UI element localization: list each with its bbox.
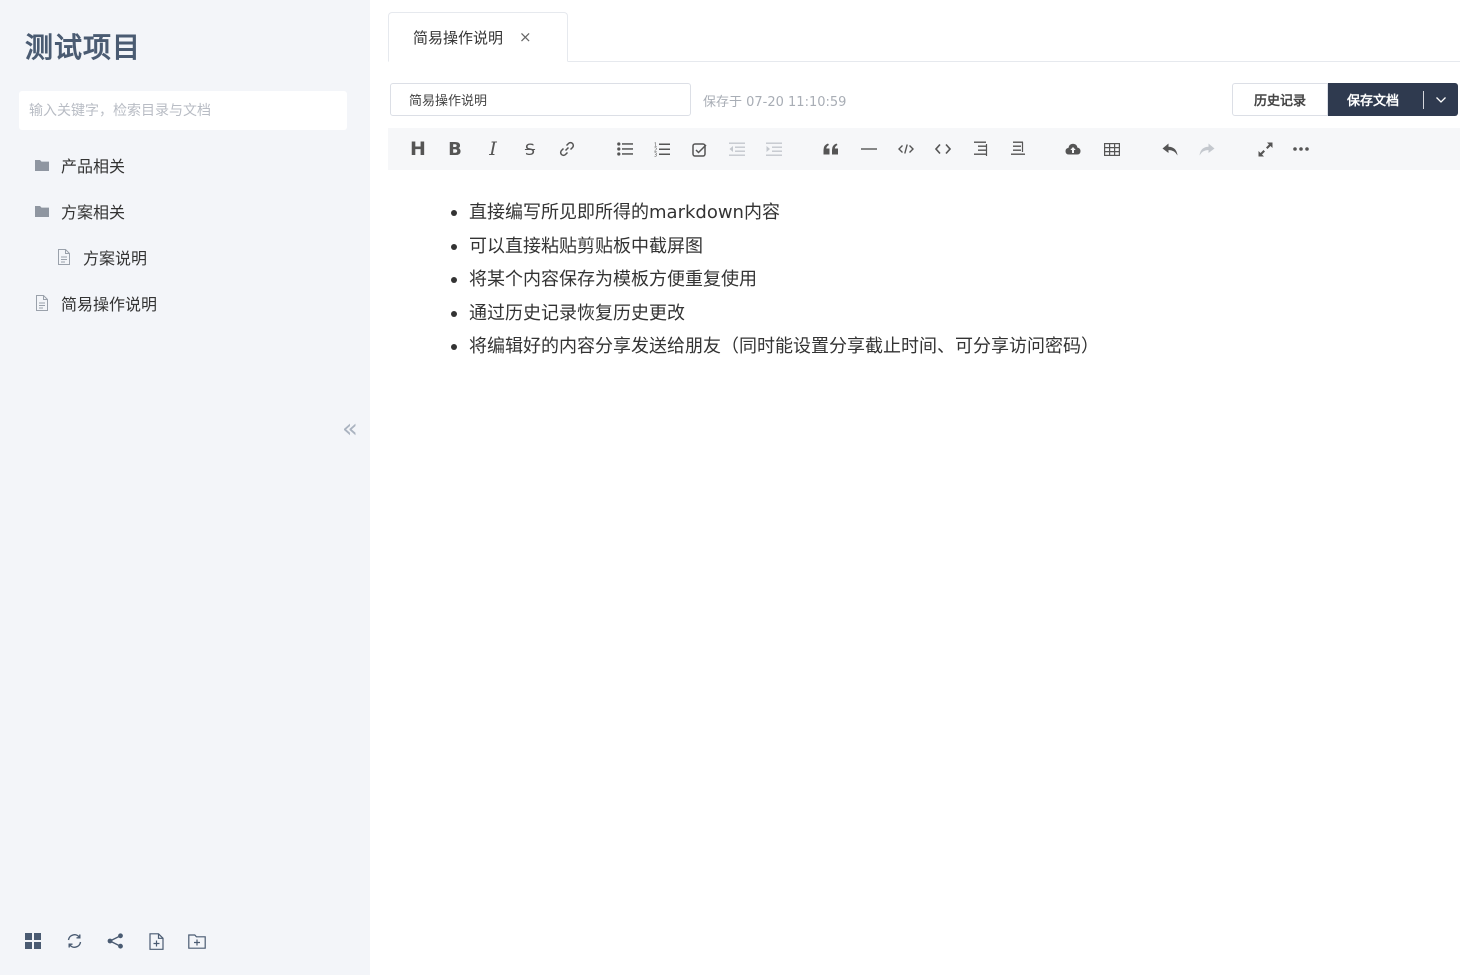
numbered-list-icon[interactable]: 123 — [651, 139, 673, 159]
chevron-down-icon[interactable] — [1424, 96, 1458, 104]
quote-icon[interactable] — [820, 139, 842, 159]
document-title-input[interactable] — [390, 83, 691, 116]
share-icon[interactable] — [106, 931, 124, 951]
list-item: 将某个内容保存为模板方便重复使用 — [451, 263, 1368, 297]
history-button[interactable]: 历史记录 — [1232, 83, 1328, 116]
tree-item-label: 方案相关 — [61, 203, 126, 222]
outdent-icon[interactable] — [726, 139, 748, 159]
tree-item-document[interactable]: 简易操作说明 — [34, 291, 157, 315]
tree-item-label: 产品相关 — [61, 157, 126, 176]
inline-code-icon[interactable] — [895, 139, 917, 159]
close-icon[interactable]: × — [519, 28, 532, 46]
sidebar-bottom-toolbar — [24, 931, 229, 951]
tab-bar: 简易操作说明 × — [388, 12, 1460, 62]
italic-icon[interactable]: I — [482, 138, 504, 160]
save-button-label: 保存文档 — [1347, 94, 1400, 109]
project-title: 测试项目 — [25, 31, 142, 64]
insert-after-icon[interactable] — [1007, 139, 1029, 159]
tree-item-label: 方案说明 — [83, 249, 148, 268]
redo-icon[interactable] — [1196, 139, 1218, 159]
search-input[interactable] — [19, 91, 347, 130]
strikethrough-icon[interactable]: S — [519, 139, 541, 159]
new-document-icon[interactable] — [147, 931, 165, 951]
folder-icon — [34, 157, 50, 173]
editor-content[interactable]: 直接编写所见即所得的markdown内容 可以直接粘贴剪贴板中截屏图 将某个内容… — [451, 196, 1368, 364]
save-document-button[interactable]: 保存文档 — [1328, 83, 1458, 116]
code-block-icon[interactable] — [932, 139, 954, 159]
list-item: 通过历史记录恢复历史更改 — [451, 297, 1368, 331]
sidebar: 测试项目 产品相关 方案相关 方案说明 简易操作说明 « — [0, 0, 370, 975]
document-icon — [56, 249, 72, 265]
insert-before-icon[interactable] — [970, 139, 992, 159]
more-icon[interactable] — [1290, 139, 1312, 159]
indent-icon[interactable] — [763, 139, 785, 159]
bullet-list: 直接编写所见即所得的markdown内容 可以直接粘贴剪贴板中截屏图 将某个内容… — [451, 196, 1368, 364]
grid-icon[interactable] — [24, 931, 42, 951]
tab-label: 简易操作说明 — [413, 28, 504, 47]
button-divider — [1423, 90, 1424, 109]
folder-icon — [34, 203, 50, 219]
checklist-icon[interactable] — [688, 139, 710, 159]
table-icon[interactable] — [1101, 139, 1123, 159]
heading-icon[interactable]: H — [407, 138, 429, 160]
editor-toolbar: H B I S 123 — [388, 128, 1460, 170]
refresh-icon[interactable] — [65, 931, 83, 951]
bullet-list-icon[interactable] — [614, 139, 636, 159]
list-item: 将编辑好的内容分享发送给朋友（同时能设置分享截止时间、可分享访问密码） — [451, 330, 1368, 364]
save-status: 保存于 07-20 11:10:59 — [703, 95, 847, 110]
fullscreen-icon[interactable] — [1254, 139, 1276, 159]
collapse-sidebar-icon[interactable]: « — [338, 416, 362, 444]
undo-icon[interactable] — [1159, 139, 1181, 159]
list-item: 直接编写所见即所得的markdown内容 — [451, 196, 1368, 230]
svg-text:3: 3 — [654, 152, 657, 157]
list-item: 可以直接粘贴剪贴板中截屏图 — [451, 230, 1368, 264]
new-folder-icon[interactable] — [188, 931, 206, 951]
link-icon[interactable] — [556, 139, 578, 159]
tab-document[interactable]: 简易操作说明 × — [388, 12, 568, 62]
main-area: 简易操作说明 × 保存于 07-20 11:10:59 历史记录 保存文档 H … — [370, 0, 1478, 975]
tree-item-folder[interactable]: 方案相关 — [34, 199, 125, 223]
upload-cloud-icon[interactable] — [1062, 139, 1084, 159]
tree-item-folder[interactable]: 产品相关 — [34, 153, 125, 177]
tree-item-document[interactable]: 方案说明 — [56, 245, 147, 269]
tree-item-label: 简易操作说明 — [61, 295, 158, 314]
document-icon — [34, 295, 50, 311]
bold-icon[interactable]: B — [444, 139, 466, 160]
horizontal-rule-icon[interactable] — [858, 139, 880, 159]
